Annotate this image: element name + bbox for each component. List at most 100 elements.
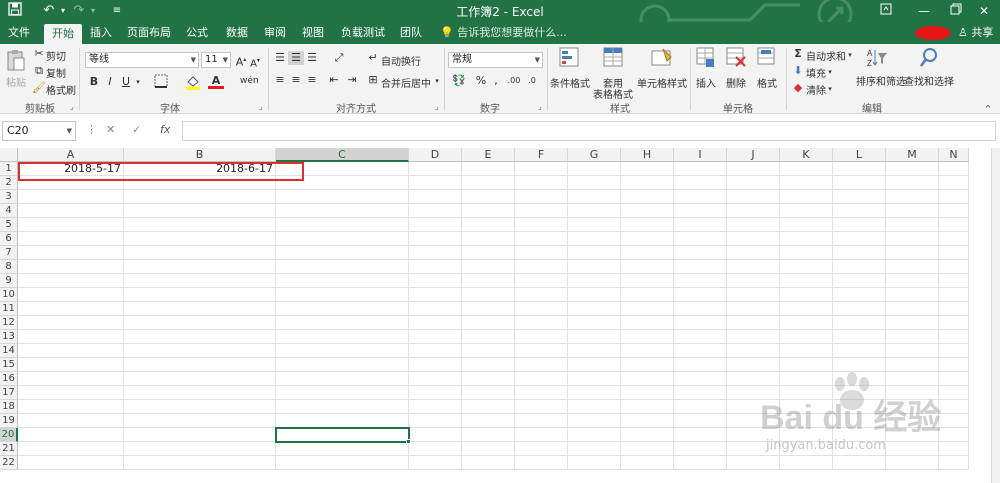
increase-font-icon[interactable]: A▴	[234, 53, 248, 70]
cell-c22[interactable]	[276, 456, 409, 470]
cell-e8[interactable]	[462, 260, 515, 274]
cell-c9[interactable]	[276, 274, 409, 288]
cell-b20[interactable]	[124, 428, 276, 442]
cell-b15[interactable]	[124, 358, 276, 372]
cell-i3[interactable]	[674, 190, 727, 204]
cell-j3[interactable]	[727, 190, 780, 204]
cell-j12[interactable]	[727, 316, 780, 330]
cell-h22[interactable]	[621, 456, 674, 470]
cell-j1[interactable]	[727, 162, 780, 176]
cell-n12[interactable]	[939, 316, 969, 330]
cell-i22[interactable]	[674, 456, 727, 470]
cell-i9[interactable]	[674, 274, 727, 288]
number-launcher-icon[interactable]: ⌟	[538, 102, 542, 111]
cell-e21[interactable]	[462, 442, 515, 456]
cell-d16[interactable]	[409, 372, 462, 386]
column-header-e[interactable]: E	[462, 148, 515, 162]
cell-i18[interactable]	[674, 400, 727, 414]
cell-e11[interactable]	[462, 302, 515, 316]
cell-e15[interactable]	[462, 358, 515, 372]
cell-d3[interactable]	[409, 190, 462, 204]
align-center-icon[interactable]: ≡	[288, 73, 304, 87]
cell-k15[interactable]	[780, 358, 833, 372]
cell-d5[interactable]	[409, 218, 462, 232]
cell-m1[interactable]	[886, 162, 939, 176]
cell-f3[interactable]	[515, 190, 568, 204]
cell-m4[interactable]	[886, 204, 939, 218]
cell-e19[interactable]	[462, 414, 515, 428]
fill-color-icon[interactable]	[184, 74, 202, 94]
font-launcher-icon[interactable]: ⌟	[259, 102, 263, 111]
row-header-3[interactable]: 3	[0, 190, 18, 204]
cell-d12[interactable]	[409, 316, 462, 330]
cell-n2[interactable]	[939, 176, 969, 190]
cell-b10[interactable]	[124, 288, 276, 302]
cell-l14[interactable]	[833, 344, 886, 358]
cell-a3[interactable]	[18, 190, 124, 204]
cell-e10[interactable]	[462, 288, 515, 302]
cell-f20[interactable]	[515, 428, 568, 442]
cell-f5[interactable]	[515, 218, 568, 232]
cell-m10[interactable]	[886, 288, 939, 302]
row-header-17[interactable]: 17	[0, 386, 18, 400]
cell-b3[interactable]	[124, 190, 276, 204]
cell-e9[interactable]	[462, 274, 515, 288]
cell-a12[interactable]	[18, 316, 124, 330]
cell-m2[interactable]	[886, 176, 939, 190]
format-as-table-icon[interactable]	[602, 47, 626, 73]
cell-n6[interactable]	[939, 232, 969, 246]
cell-h2[interactable]	[621, 176, 674, 190]
cell-f6[interactable]	[515, 232, 568, 246]
cut-button[interactable]: 剪切	[46, 48, 66, 63]
merge-center-icon[interactable]: ⊞	[366, 73, 380, 87]
align-right-icon[interactable]: ≡	[304, 73, 320, 87]
cell-g6[interactable]	[568, 232, 621, 246]
cell-d9[interactable]	[409, 274, 462, 288]
cell-c19[interactable]	[276, 414, 409, 428]
eraser-icon[interactable]: ◆	[792, 81, 804, 95]
find-select-button[interactable]: 查找和选择	[904, 73, 954, 88]
cell-k8[interactable]	[780, 260, 833, 274]
cell-f18[interactable]	[515, 400, 568, 414]
row-header-19[interactable]: 19	[0, 414, 18, 428]
insert-cells-button[interactable]: 插入	[694, 75, 718, 90]
cell-h14[interactable]	[621, 344, 674, 358]
decrease-indent-icon[interactable]: ⇤	[326, 73, 342, 87]
column-header-d[interactable]: D	[409, 148, 462, 162]
tab-view[interactable]: 视图	[300, 22, 326, 44]
cell-h21[interactable]	[621, 442, 674, 456]
cell-g14[interactable]	[568, 344, 621, 358]
tab-formulas[interactable]: 公式	[182, 22, 212, 44]
align-bottom-icon[interactable]: ☰	[304, 51, 320, 65]
cell-a21[interactable]	[18, 442, 124, 456]
cancel-icon[interactable]: ✕	[106, 123, 115, 136]
cell-l13[interactable]	[833, 330, 886, 344]
sort-filter-icon[interactable]: AZ	[866, 47, 888, 73]
cell-l4[interactable]	[833, 204, 886, 218]
cell-h19[interactable]	[621, 414, 674, 428]
accounting-format-icon[interactable]: 💱	[450, 74, 468, 88]
cell-e7[interactable]	[462, 246, 515, 260]
cell-e18[interactable]	[462, 400, 515, 414]
cell-g5[interactable]	[568, 218, 621, 232]
cell-f7[interactable]	[515, 246, 568, 260]
copy-button[interactable]: 复制	[46, 65, 66, 80]
cell-f2[interactable]	[515, 176, 568, 190]
column-header-m[interactable]: M	[886, 148, 939, 162]
cell-l11[interactable]	[833, 302, 886, 316]
chevron-down-icon[interactable]: ▾	[432, 74, 442, 88]
cell-k6[interactable]	[780, 232, 833, 246]
column-header-j[interactable]: J	[727, 148, 780, 162]
row-header-9[interactable]: 9	[0, 274, 18, 288]
cell-f16[interactable]	[515, 372, 568, 386]
cell-i10[interactable]	[674, 288, 727, 302]
chevron-down-icon[interactable]: ▾	[846, 48, 854, 62]
cell-c3[interactable]	[276, 190, 409, 204]
cell-g16[interactable]	[568, 372, 621, 386]
cell-d20[interactable]	[409, 428, 462, 442]
column-header-n[interactable]: N	[939, 148, 969, 162]
delete-cells-icon[interactable]	[725, 47, 747, 73]
cell-j13[interactable]	[727, 330, 780, 344]
cell-h20[interactable]	[621, 428, 674, 442]
cell-n5[interactable]	[939, 218, 969, 232]
